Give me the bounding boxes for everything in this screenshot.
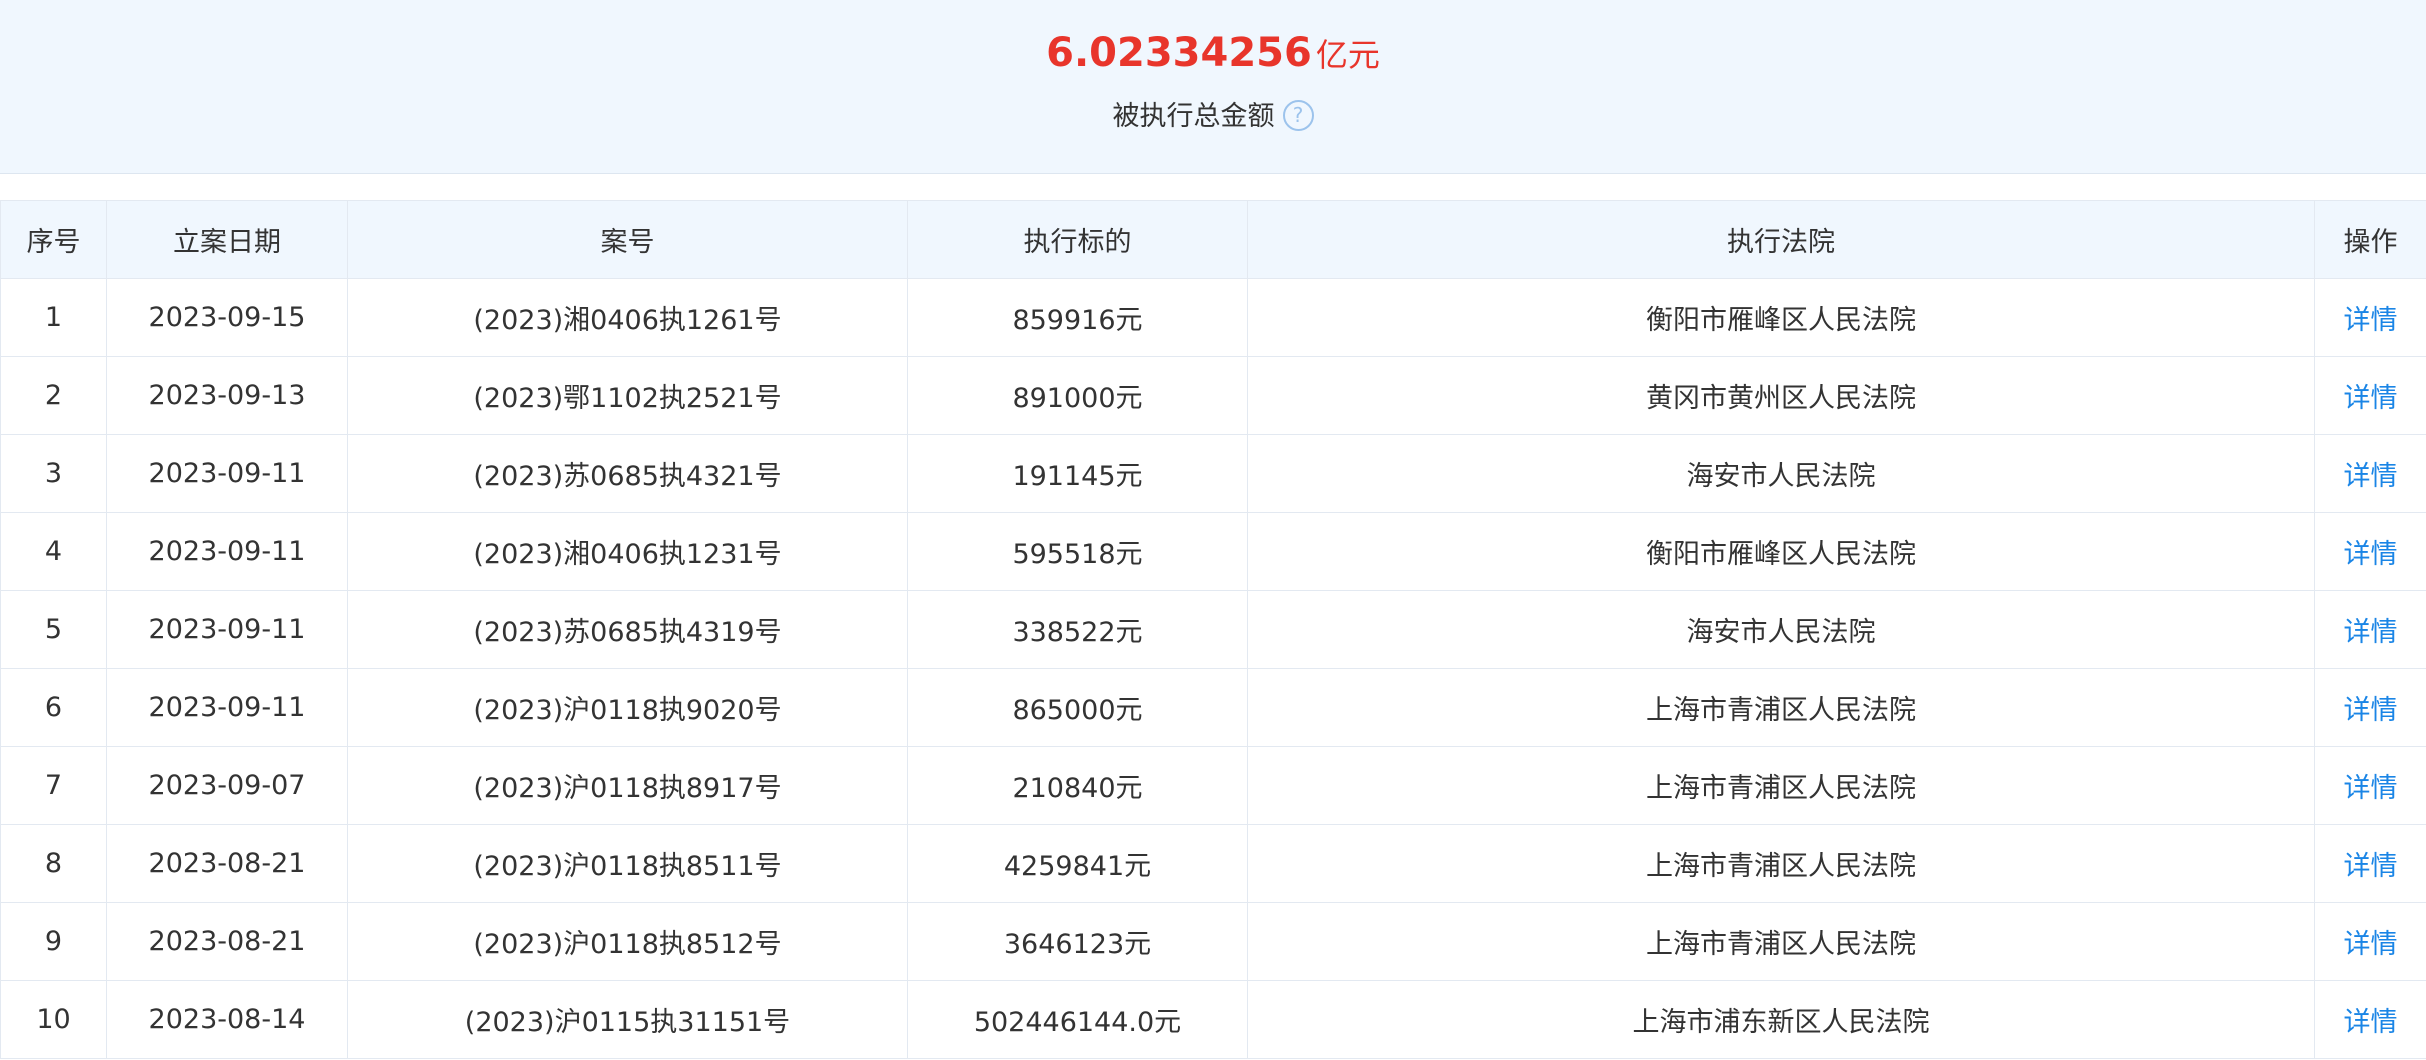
cell-case-no: (2023)沪0118执9020号 [347,668,908,747]
cell-amount: 502446144.0元 [907,980,1248,1059]
column-header-court: 执行法院 [1247,200,2315,279]
total-amount-unit: 亿元 [1315,36,1380,74]
table-row: 1 2023-09-15 (2023)湘0406执1261号 859916元 衡阳市雁峰… [0,278,2426,357]
cell-action: 详情 [2314,902,2426,981]
cell-index: 6 [0,668,107,747]
cell-date: 2023-08-21 [106,824,348,903]
cell-amount: 859916元 [907,278,1248,357]
cell-action: 详情 [2314,824,2426,903]
cell-date: 2023-09-15 [106,278,348,357]
table-row: 3 2023-09-11 (2023)苏0685执4321号 191145元 海安市人民… [0,434,2426,513]
cell-case-no: (2023)湘0406执1261号 [347,278,908,357]
cell-index: 1 [0,278,107,357]
detail-link[interactable]: 详情 [2344,1007,2398,1038]
detail-link[interactable]: 详情 [2344,695,2398,726]
cell-index: 3 [0,434,107,513]
cell-date: 2023-09-11 [106,668,348,747]
cell-amount: 891000元 [907,356,1248,435]
cell-action: 详情 [2314,278,2426,357]
cell-court: 上海市青浦区人民法院 [1247,902,2315,981]
total-amount-value: 6.02334256 [1046,30,1312,76]
total-amount-label-row: 被执行总金额? [0,94,2426,133]
table-row: 7 2023-09-07 (2023)沪0118执8917号 210840元 上海市青浦… [0,746,2426,825]
total-amount-label: 被执行总金额 [1112,101,1275,132]
total-amount: 6.02334256 亿元 [0,30,2426,76]
table-row: 10 2023-08-14 (2023)沪0115执31151号 502446144.… [0,980,2426,1059]
table-row: 2 2023-09-13 (2023)鄂1102执2521号 891000元 黄冈市黄州… [0,356,2426,435]
summary-panel: 6.02334256 亿元 被执行总金额? [0,0,2426,174]
cell-index: 5 [0,590,107,669]
column-header-date: 立案日期 [106,200,348,279]
cell-court: 海安市人民法院 [1247,434,2315,513]
cell-index: 10 [0,980,107,1059]
detail-link[interactable]: 详情 [2344,929,2398,960]
cell-amount: 191145元 [907,434,1248,513]
cell-date: 2023-09-07 [106,746,348,825]
question-circle-icon[interactable]: ? [1282,100,1314,131]
cell-court: 上海市浦东新区人民法院 [1247,980,2315,1059]
cell-date: 2023-09-13 [106,356,348,435]
cell-amount: 338522元 [907,590,1248,669]
detail-link[interactable]: 详情 [2344,773,2398,804]
cell-action: 详情 [2314,512,2426,591]
detail-link[interactable]: 详情 [2344,461,2398,492]
cell-amount: 4259841元 [907,824,1248,903]
cell-court: 上海市青浦区人民法院 [1247,746,2315,825]
enforcement-table-container: 序号 立案日期 案号 执行标的 执行法院 操作 1 2023-09-15 (2023… [0,200,2426,1059]
enforcement-table: 序号 立案日期 案号 执行标的 执行法院 操作 1 2023-09-15 (2023… [0,200,2426,1059]
detail-link[interactable]: 详情 [2344,851,2398,882]
cell-date: 2023-08-14 [106,980,348,1059]
cell-index: 4 [0,512,107,591]
cell-action: 详情 [2314,590,2426,669]
cell-amount: 3646123元 [907,902,1248,981]
table-row: 4 2023-09-11 (2023)湘0406执1231号 595518元 衡阳市雁峰… [0,512,2426,591]
cell-date: 2023-09-11 [106,434,348,513]
cell-court: 黄冈市黄州区人民法院 [1247,356,2315,435]
cell-court: 衡阳市雁峰区人民法院 [1247,278,2315,357]
cell-index: 7 [0,746,107,825]
column-header-case-no: 案号 [347,200,908,279]
cell-action: 详情 [2314,668,2426,747]
cell-court: 衡阳市雁峰区人民法院 [1247,512,2315,591]
cell-case-no: (2023)苏0685执4319号 [347,590,908,669]
table-body: 1 2023-09-15 (2023)湘0406执1261号 859916元 衡阳市雁峰… [0,278,2426,1059]
table-row: 6 2023-09-11 (2023)沪0118执9020号 865000元 上海市青浦… [0,668,2426,747]
cell-case-no: (2023)沪0118执8917号 [347,746,908,825]
cell-case-no: (2023)沪0118执8511号 [347,824,908,903]
cell-action: 详情 [2314,980,2426,1059]
cell-case-no: (2023)沪0118执8512号 [347,902,908,981]
cell-date: 2023-08-21 [106,902,348,981]
table-row: 9 2023-08-21 (2023)沪0118执8512号 3646123元 上海市青… [0,902,2426,981]
cell-date: 2023-09-11 [106,590,348,669]
cell-index: 8 [0,824,107,903]
detail-link[interactable]: 详情 [2344,617,2398,648]
cell-case-no: (2023)湘0406执1231号 [347,512,908,591]
cell-case-no: (2023)鄂1102执2521号 [347,356,908,435]
cell-action: 详情 [2314,746,2426,825]
detail-link[interactable]: 详情 [2344,305,2398,336]
cell-date: 2023-09-11 [106,512,348,591]
cell-action: 详情 [2314,356,2426,435]
cell-amount: 865000元 [907,668,1248,747]
cell-court: 上海市青浦区人民法院 [1247,668,2315,747]
cell-case-no: (2023)苏0685执4321号 [347,434,908,513]
cell-amount: 595518元 [907,512,1248,591]
cell-amount: 210840元 [907,746,1248,825]
cell-court: 上海市青浦区人民法院 [1247,824,2315,903]
table-row: 5 2023-09-11 (2023)苏0685执4319号 338522元 海安市人民… [0,590,2426,669]
cell-court: 海安市人民法院 [1247,590,2315,669]
table-header-row: 序号 立案日期 案号 执行标的 执行法院 操作 [0,200,2426,279]
column-header-amount: 执行标的 [907,200,1248,279]
detail-link[interactable]: 详情 [2344,539,2398,570]
detail-link[interactable]: 详情 [2344,383,2398,414]
column-header-action: 操作 [2314,200,2426,279]
table-row: 8 2023-08-21 (2023)沪0118执8511号 4259841元 上海市青… [0,824,2426,903]
cell-case-no: (2023)沪0115执31151号 [347,980,908,1059]
column-header-index: 序号 [0,200,107,279]
cell-index: 2 [0,356,107,435]
cell-action: 详情 [2314,434,2426,513]
cell-index: 9 [0,902,107,981]
